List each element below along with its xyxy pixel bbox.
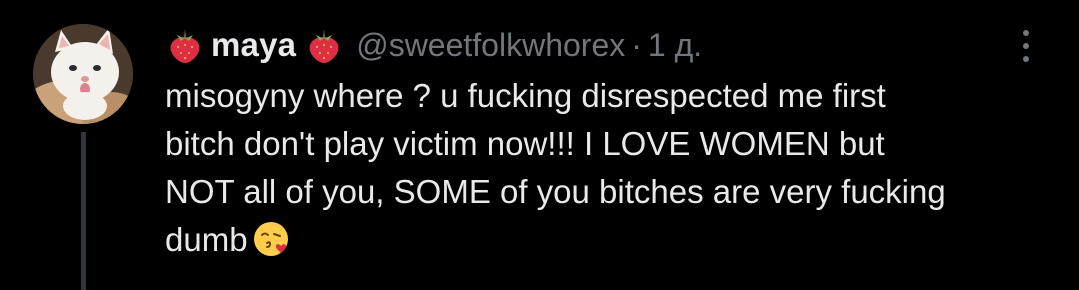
tweet-header: maya @sweetfolkwhorex · 1 д. (165, 22, 702, 68)
tweet-text-line: bitch don't play victim now!!! I LOVE WO… (165, 125, 885, 162)
tweet-text: misogyny where ? u fucking disrespected … (165, 72, 1065, 264)
timestamp[interactable]: 1 д. (648, 27, 702, 64)
tweet-text-line: misogyny where ? u fucking disrespected … (165, 77, 886, 114)
tweet-text-last-words: dumb (165, 221, 248, 258)
more-vertical-icon (1023, 29, 1029, 36)
more-options-button[interactable] (1012, 26, 1040, 66)
display-name[interactable]: maya (211, 26, 296, 64)
more-vertical-icon-dot (1023, 42, 1029, 49)
tweet-text-line-last: dumb (165, 216, 1065, 264)
user-handle[interactable]: @sweetfolkwhorex (356, 27, 625, 64)
tweet-text-line: NOT all of you, SOME of you bitches are … (165, 173, 946, 210)
avatar-cat-image (33, 24, 133, 124)
tweet[interactable]: maya @sweetfolkwhorex · 1 д. misogyny wh… (0, 0, 1079, 290)
strawberry-icon (304, 25, 344, 65)
more-vertical-icon-dot (1023, 56, 1029, 63)
face-blowing-kiss-icon (252, 220, 290, 258)
avatar[interactable] (33, 24, 133, 124)
strawberry-icon (165, 25, 205, 65)
meta-separator: · (631, 26, 642, 63)
thread-connector-line (81, 132, 86, 290)
